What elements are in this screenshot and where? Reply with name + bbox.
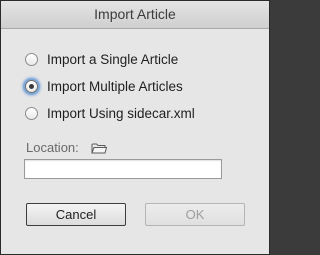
option-multiple-articles[interactable]: Import Multiple Articles bbox=[25, 75, 183, 97]
option-sidecar-xml[interactable]: Import Using sidecar.xml bbox=[25, 102, 195, 124]
option-single-article[interactable]: Import a Single Article bbox=[25, 48, 178, 70]
option-multiple-articles-label[interactable]: Import Multiple Articles bbox=[47, 79, 183, 94]
location-row: Location: bbox=[26, 138, 107, 156]
location-label: Location: bbox=[26, 139, 79, 155]
dialog-title: Import Article bbox=[1, 1, 269, 29]
import-article-dialog: Import Article Import a Single Article I… bbox=[0, 0, 270, 255]
cancel-button[interactable]: Cancel bbox=[26, 203, 126, 226]
location-input[interactable] bbox=[24, 159, 222, 179]
radio-multiple-articles[interactable] bbox=[25, 79, 38, 93]
radio-sidecar-xml[interactable] bbox=[25, 106, 38, 120]
ok-button[interactable]: OK bbox=[145, 203, 245, 226]
radio-single-article[interactable] bbox=[25, 52, 38, 66]
option-sidecar-xml-label[interactable]: Import Using sidecar.xml bbox=[47, 106, 195, 121]
folder-icon[interactable] bbox=[91, 141, 107, 154]
option-single-article-label[interactable]: Import a Single Article bbox=[47, 52, 178, 67]
